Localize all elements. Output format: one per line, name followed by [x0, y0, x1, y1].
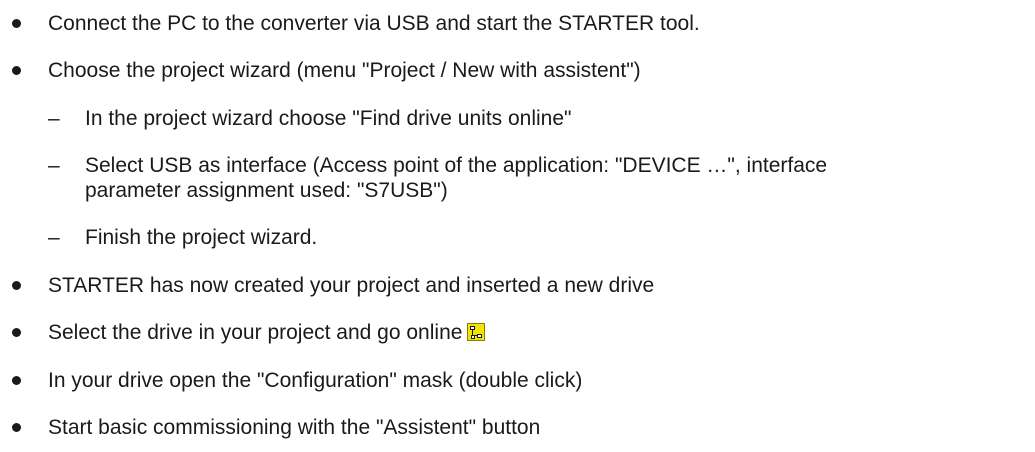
- list-item-text: In your drive open the "Configuration" m…: [48, 369, 583, 392]
- sub-list-item-text: Finish the project wizard.: [85, 226, 318, 249]
- sub-list-item-text: In the project wizard choose "Find drive…: [85, 107, 572, 130]
- go-online-icon: [467, 323, 486, 341]
- list-item-text: STARTER has now created your project and…: [48, 274, 655, 297]
- list-item-text: Choose the project wizard (menu "Project…: [48, 59, 641, 82]
- bullet-icon: [12, 19, 21, 28]
- sub-list-item-text: Select USB as interface (Access point of…: [85, 153, 1030, 203]
- bullet-icon: [12, 281, 21, 290]
- bullet-icon: [12, 423, 21, 432]
- bullet-icon: [12, 66, 21, 75]
- list-item-text: Start basic commissioning with the "Assi…: [48, 416, 541, 439]
- list-item-text-row: Select the drive in your project and go …: [48, 320, 486, 345]
- bullet-icon: [12, 376, 21, 385]
- dash-marker: –: [48, 107, 60, 130]
- bullet-icon: [12, 328, 21, 337]
- sub-list-item-line: parameter assignment used: "S7USB"): [85, 179, 448, 202]
- list-item-text: Select the drive in your project and go …: [48, 321, 463, 344]
- dash-marker: –: [48, 154, 60, 177]
- list-item-text: Connect the PC to the converter via USB …: [48, 12, 700, 35]
- dash-marker: –: [48, 226, 60, 249]
- sub-list-item-line: Select USB as interface (Access point of…: [85, 154, 828, 177]
